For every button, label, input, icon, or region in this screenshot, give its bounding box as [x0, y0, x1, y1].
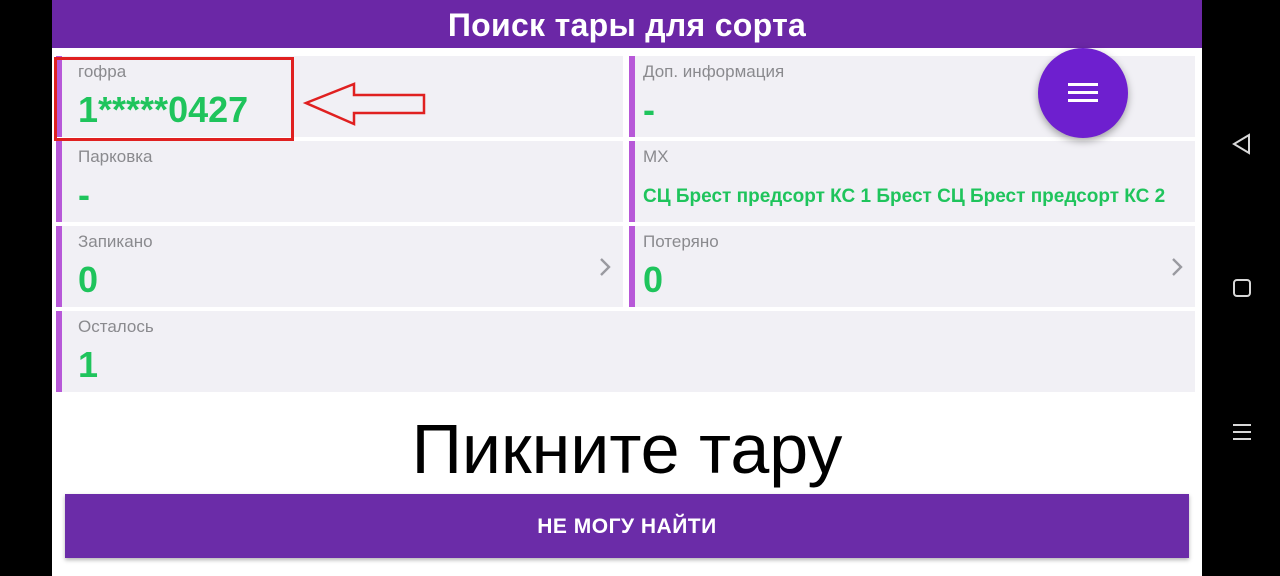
card-label: Доп. информация — [643, 62, 785, 81]
card-label: гофра — [78, 62, 127, 81]
card-value: 1*****0427 — [78, 89, 249, 130]
card-accent — [629, 141, 635, 222]
app-window: Поиск тары для сорта гофра 1*****0427 До… — [52, 0, 1202, 576]
card-poteryano[interactable]: Потеряно 0 — [629, 226, 1195, 307]
card-value: 0 — [643, 259, 664, 300]
chevron-right-icon[interactable] — [1169, 256, 1185, 278]
page-title: Поиск тары для сорта — [52, 0, 1202, 48]
cant-find-button[interactable]: НЕ МОГУ НАЙТИ — [65, 494, 1189, 558]
card-label: Осталось — [78, 317, 154, 336]
card-value: - — [78, 174, 90, 215]
card-value: 1 — [78, 344, 99, 385]
card-accent — [56, 141, 62, 222]
card-label: Парковка — [78, 147, 153, 166]
card-value: 0 — [78, 259, 99, 300]
chevron-right-icon[interactable] — [597, 256, 613, 278]
screen: Поиск тары для сорта гофра 1*****0427 До… — [0, 0, 1280, 576]
card-zapikano[interactable]: Запикано 0 — [56, 226, 623, 307]
card-accent — [629, 56, 635, 137]
card-label: Потеряно — [643, 232, 719, 251]
card-value: - — [643, 89, 655, 130]
card-value: СЦ Брест предсорт КС 1 Брест СЦ Брест пр… — [643, 186, 1166, 207]
menu-fab-button[interactable] — [1038, 48, 1128, 138]
arrow-left-icon — [302, 82, 426, 126]
card-label: Запикано — [78, 232, 153, 251]
card-mx: МХ СЦ Брест предсорт КС 1 Брест СЦ Брест… — [629, 141, 1195, 222]
card-accent — [56, 226, 62, 307]
card-accent — [629, 226, 635, 307]
home-square-icon[interactable] — [1229, 275, 1255, 301]
card-label: МХ — [643, 147, 669, 166]
system-nav-bar — [1202, 0, 1280, 576]
card-ostalos: Осталось 1 — [56, 311, 1195, 392]
card-parkovka: Парковка - — [56, 141, 623, 222]
menu-icon — [1068, 83, 1098, 102]
scan-prompt: Пикните тару — [411, 410, 843, 488]
back-triangle-icon[interactable] — [1229, 131, 1255, 157]
menu-lines-icon[interactable] — [1229, 419, 1255, 445]
card-accent — [56, 311, 62, 392]
card-accent — [56, 56, 62, 137]
